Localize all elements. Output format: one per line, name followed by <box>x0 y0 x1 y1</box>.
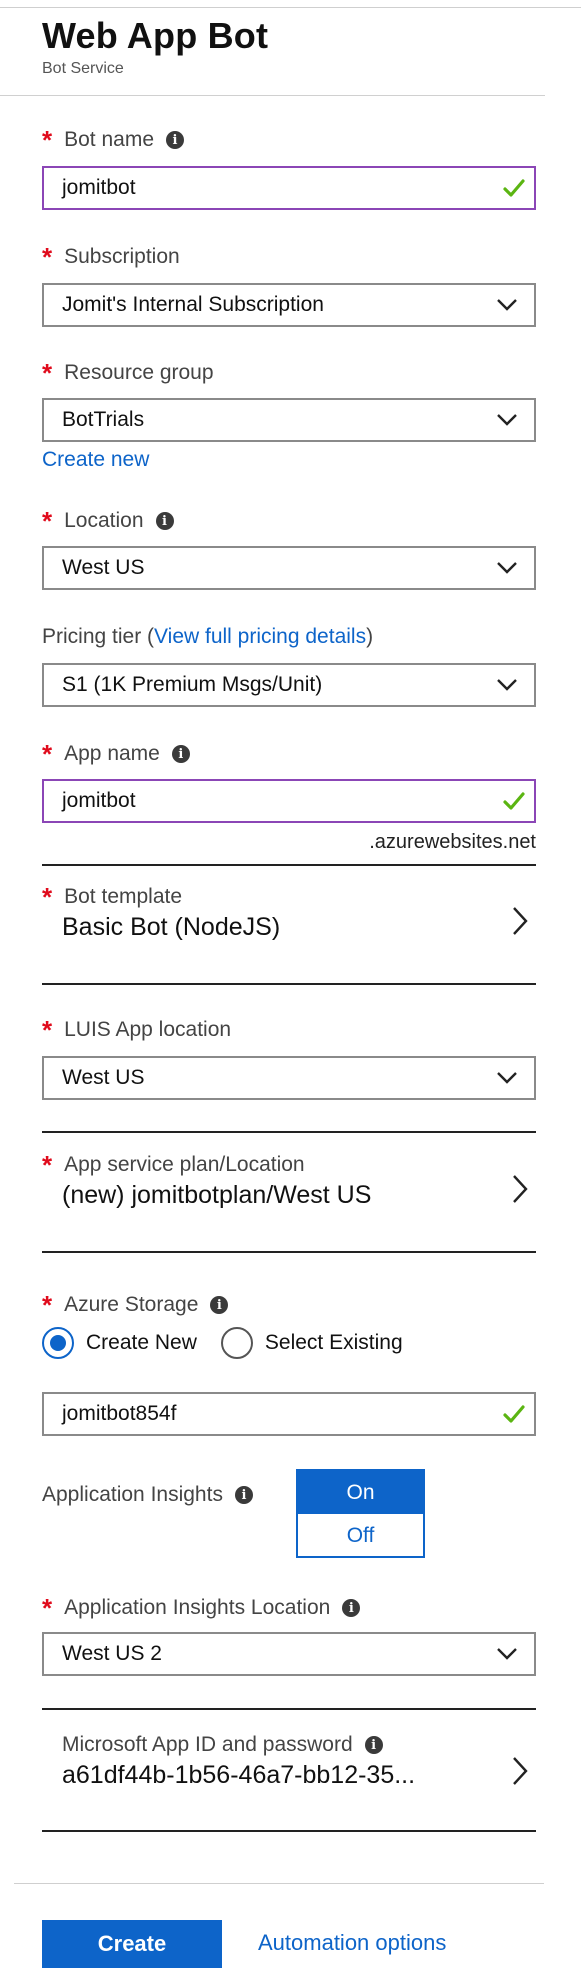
footer-divider <box>14 1883 544 1884</box>
chevron-down-icon <box>497 1072 517 1084</box>
required-asterisk: * <box>42 506 53 536</box>
blade-header: Web App Bot Bot Service <box>42 14 268 78</box>
app-id-label: Microsoft App ID and password <box>62 1733 353 1756</box>
required-asterisk: * <box>42 739 53 769</box>
luis-location-select[interactable]: West US <box>42 1056 536 1100</box>
section-divider <box>42 1131 536 1133</box>
create-new-radio-label[interactable]: Create New <box>86 1331 197 1355</box>
subscription-select[interactable]: Jomit's Internal Subscription <box>42 283 536 327</box>
check-icon <box>503 792 525 810</box>
app-service-plan-value: (new) jomitbotplan/West US <box>62 1181 372 1209</box>
page-subtitle: Bot Service <box>42 60 124 77</box>
app-name-label: * App name i <box>42 739 190 769</box>
location-select[interactable]: West US <box>42 546 536 590</box>
application-insights-label: Application Insights i <box>42 1483 253 1507</box>
app-name-input[interactable]: jomitbot <box>42 779 536 823</box>
resource-group-label: * Resource group <box>42 358 214 388</box>
required-asterisk: * <box>42 1150 53 1180</box>
insights-location-label: * Application Insights Location i <box>42 1593 361 1623</box>
app-id-selector[interactable]: Microsoft App ID and password i a61df44b… <box>42 1733 536 1833</box>
create-new-resource-group-link[interactable]: Create new <box>42 448 149 472</box>
required-asterisk: * <box>42 1593 53 1623</box>
create-new-radio[interactable] <box>42 1327 74 1359</box>
location-label: * Location i <box>42 506 174 536</box>
info-icon[interactable]: i <box>342 1599 361 1617</box>
pricing-tier-select[interactable]: S1 (1K Premium Msgs/Unit) <box>42 663 536 707</box>
chevron-down-icon <box>497 299 517 311</box>
info-icon[interactable]: i <box>155 512 174 530</box>
app-name-domain-suffix: .azurewebsites.net <box>369 831 536 853</box>
chevron-right-icon <box>513 907 528 935</box>
bot-template-value: Basic Bot (NodeJS) <box>62 913 281 941</box>
luis-location-label: * LUIS App location <box>42 1015 232 1045</box>
section-divider <box>42 864 536 866</box>
chevron-down-icon <box>497 414 517 426</box>
chevron-down-icon <box>497 562 517 574</box>
application-insights-toggle: On Off <box>296 1469 425 1558</box>
check-icon <box>503 1405 525 1423</box>
app-service-plan-label: App service plan/Location <box>64 1153 305 1176</box>
required-asterisk: * <box>42 125 53 155</box>
section-divider <box>42 1708 536 1710</box>
bot-name-label: * Bot name i <box>42 125 185 155</box>
insights-off-option[interactable]: Off <box>298 1514 423 1557</box>
required-asterisk: * <box>42 242 53 272</box>
bot-template-label: Bot template <box>64 885 183 908</box>
chevron-down-icon <box>497 1648 517 1660</box>
automation-options-link[interactable]: Automation options <box>258 1930 446 1956</box>
check-icon <box>503 179 525 197</box>
view-pricing-details-link[interactable]: View full pricing details <box>154 625 366 649</box>
storage-account-input[interactable]: jomitbot854f <box>42 1392 536 1436</box>
info-icon[interactable]: i <box>364 1736 383 1754</box>
azure-storage-label: * Azure Storage i <box>42 1290 229 1320</box>
required-asterisk: * <box>42 1290 53 1320</box>
pricing-tier-label: Pricing tier (View full pricing details) <box>42 625 374 649</box>
section-divider <box>42 1251 536 1253</box>
select-existing-radio-label[interactable]: Select Existing <box>265 1331 403 1355</box>
required-asterisk: * <box>42 882 53 912</box>
create-button[interactable]: Create <box>42 1920 222 1968</box>
app-id-value: a61df44b-1b56-46a7-bb12-35... <box>62 1761 416 1789</box>
storage-radio-group: Create New Select Existing <box>42 1327 403 1359</box>
chevron-right-icon <box>513 1757 528 1785</box>
resource-group-select[interactable]: BotTrials <box>42 398 536 442</box>
section-divider <box>42 983 536 985</box>
info-icon[interactable]: i <box>234 1486 253 1504</box>
top-divider <box>0 7 581 8</box>
app-service-plan-selector[interactable]: * App service plan/Location (new) jomitb… <box>42 1150 536 1248</box>
chevron-right-icon <box>513 1175 528 1203</box>
select-existing-radio[interactable] <box>220 1327 253 1359</box>
required-asterisk: * <box>42 358 53 388</box>
insights-on-option[interactable]: On <box>298 1471 423 1514</box>
info-icon[interactable]: i <box>210 1296 229 1314</box>
chevron-down-icon <box>497 679 517 691</box>
info-icon[interactable]: i <box>166 131 185 149</box>
section-divider <box>42 1830 536 1832</box>
info-icon[interactable]: i <box>171 745 190 763</box>
insights-location-select[interactable]: West US 2 <box>42 1632 536 1676</box>
header-divider <box>0 95 545 96</box>
subscription-label: * Subscription <box>42 242 180 272</box>
required-asterisk: * <box>42 1015 53 1045</box>
bot-template-selector[interactable]: * Bot template Basic Bot (NodeJS) <box>42 882 536 980</box>
page-title: Web App Bot <box>42 15 269 56</box>
bot-name-input[interactable]: jomitbot <box>42 166 536 210</box>
